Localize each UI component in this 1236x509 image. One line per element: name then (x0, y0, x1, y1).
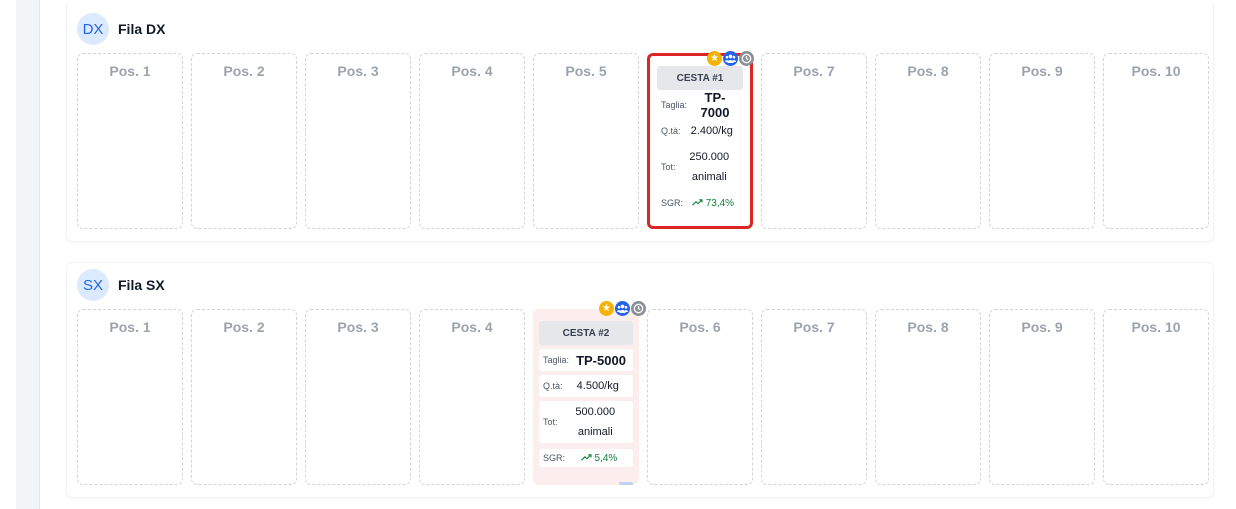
basket-name: CESTA #1 (657, 66, 743, 90)
position-label: Pos. 10 (1131, 63, 1181, 79)
total-row: Tot: 250.000 animali (657, 146, 743, 188)
trending-up-icon (580, 453, 592, 461)
position-grid: Pos. 1 Pos. 2 Pos. 3 Pos. 4 Pos. 5 ★ CES… (77, 51, 1209, 229)
position-slot[interactable]: Pos. 2 (191, 53, 297, 229)
total-label: Tot: (661, 162, 676, 172)
position-slot[interactable]: Pos. 3 (305, 53, 411, 229)
position-slot[interactable]: Pos. 4 (419, 309, 525, 485)
position-slot[interactable]: Pos. 1 (77, 53, 183, 229)
basket-status-icons: ★ (707, 51, 754, 66)
group-icon (615, 301, 630, 316)
qty-value: 4.500/kg (576, 380, 619, 392)
total-unit: animali (691, 171, 727, 183)
position-label: Pos. 3 (337, 319, 379, 335)
sgr-label: SGR: (543, 453, 566, 463)
position-slot[interactable]: Pos. 10 (1103, 53, 1209, 229)
position-label: Pos. 10 (1131, 319, 1181, 335)
position-slot[interactable]: Pos. 8 (875, 309, 981, 485)
position-slot[interactable]: Pos. 1 (77, 309, 183, 485)
size-value: TP-5000 (576, 352, 626, 368)
position-slot[interactable]: Pos. 8 (875, 53, 981, 229)
sidebar-rail (16, 0, 40, 509)
position-label: Pos. 7 (793, 319, 835, 335)
qty-value: 2.400/kg (690, 125, 733, 137)
qty-label: Q.tà: (543, 381, 563, 391)
position-label: Pos. 2 (223, 319, 265, 335)
position-label: Pos. 5 (565, 63, 607, 79)
sgr-value-wrap: 5,4% (569, 453, 629, 464)
position-label: Pos. 1 (109, 63, 151, 79)
app-shell: DX Fila DX Pos. 1 Pos. 2 Pos. 3 Pos. 4 P… (0, 0, 1236, 509)
size-row: Taglia: TP-5000 (539, 349, 633, 371)
sgr-value: 5,4% (594, 452, 618, 464)
resize-handle[interactable] (619, 482, 633, 485)
basket-name: CESTA #2 (539, 321, 633, 345)
position-label: Pos. 8 (907, 63, 949, 79)
total-value: 500.000 animali (562, 402, 629, 442)
row-badge: SX (77, 269, 109, 301)
position-slot[interactable]: Pos. 7 (761, 53, 867, 229)
total-count: 250.000 (689, 151, 730, 163)
group-icon (723, 51, 738, 66)
position-slot[interactable]: Pos. 10 (1103, 309, 1209, 485)
position-label: Pos. 9 (1021, 63, 1063, 79)
qty-label: Q.tà: (661, 126, 681, 136)
size-row: Taglia: TP-7000 (657, 90, 743, 120)
position-label: Pos. 8 (907, 319, 949, 335)
sgr-label: SGR: (661, 198, 684, 208)
qty-row: Q.tà: 2.400/kg (657, 120, 743, 142)
position-slot[interactable]: Pos. 2 (191, 309, 297, 485)
position-slot[interactable]: Pos. 5 (533, 53, 639, 229)
total-count: 500.000 (575, 406, 616, 418)
sgr-value-wrap: 73,4% (687, 198, 739, 209)
position-label: Pos. 9 (1021, 319, 1063, 335)
position-label: Pos. 1 (109, 319, 151, 335)
size-label: Taglia: (543, 355, 570, 365)
basket-card-slot[interactable]: ★ CESTA #2 Taglia: TP-5000 Q.tà: 4.500/k… (533, 301, 646, 485)
size-value: TP-7000 (700, 90, 730, 120)
position-slot[interactable]: Pos. 3 (305, 309, 411, 485)
sgr-row: SGR: 73,4% (657, 194, 743, 212)
basket-card: CESTA #2 Taglia: TP-5000 Q.tà: 4.500/kg … (539, 321, 633, 467)
position-label: Pos. 6 (679, 319, 721, 335)
row-sx-panel: SX Fila SX Pos. 1 Pos. 2 Pos. 3 Pos. 4 ★ (66, 262, 1214, 498)
row-title: Fila SX (118, 277, 165, 293)
position-slot[interactable]: Pos. 7 (761, 309, 867, 485)
row-header: DX Fila DX (77, 13, 165, 45)
total-label: Tot: (543, 417, 558, 427)
size-label: Taglia: (661, 100, 688, 110)
position-label: Pos. 3 (337, 63, 379, 79)
basket-card-selected[interactable]: ★ CESTA #1 Taglia: TP-7000 Q.tà: 2.400/k… (647, 51, 754, 229)
star-icon: ★ (599, 301, 614, 316)
position-label: Pos. 7 (793, 63, 835, 79)
star-icon: ★ (707, 51, 722, 66)
position-label: Pos. 4 (451, 63, 493, 79)
row-title: Fila DX (118, 21, 166, 37)
position-label: Pos. 4 (451, 319, 493, 335)
row-header: SX Fila SX (77, 269, 165, 301)
position-label: Pos. 2 (223, 63, 265, 79)
position-slot[interactable]: Pos. 9 (989, 309, 1095, 485)
position-grid: Pos. 1 Pos. 2 Pos. 3 Pos. 4 ★ CESTA #2 T… (77, 301, 1209, 485)
sgr-row: SGR: 5,4% (539, 449, 633, 467)
basket-card: CESTA #1 Taglia: TP-7000 Q.tà: 2.400/kg … (657, 66, 743, 212)
sgr-value: 73,4% (705, 197, 735, 209)
clock-icon (739, 51, 754, 66)
page-margin (0, 0, 16, 509)
total-value: 250.000 animali (680, 147, 739, 187)
total-unit: animali (577, 426, 613, 438)
position-slot[interactable]: Pos. 9 (989, 53, 1095, 229)
position-slot[interactable]: Pos. 4 (419, 53, 525, 229)
clock-icon (631, 301, 646, 316)
trending-up-icon (692, 198, 703, 206)
basket-status-icons: ★ (599, 301, 646, 316)
qty-row: Q.tà: 4.500/kg (539, 375, 633, 397)
total-row: Tot: 500.000 animali (539, 401, 633, 443)
position-slot[interactable]: Pos. 6 (647, 309, 753, 485)
row-dx-panel: DX Fila DX Pos. 1 Pos. 2 Pos. 3 Pos. 4 P… (66, 0, 1214, 242)
row-badge: DX (77, 13, 109, 45)
